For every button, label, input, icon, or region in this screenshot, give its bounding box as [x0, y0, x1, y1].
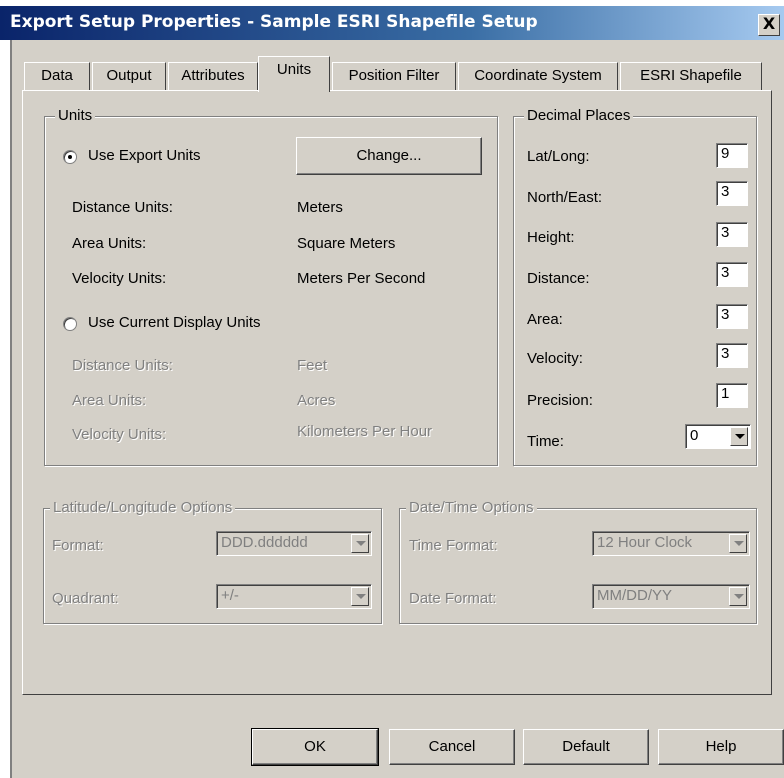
window-title: Export Setup Properties - Sample ESRI Sh…	[10, 12, 538, 32]
precision-label: Precision:	[527, 392, 593, 409]
height-label: Height:	[527, 229, 575, 246]
date-format-select-value: MM/DD/YY	[597, 587, 672, 604]
area-input[interactable]: 3	[716, 304, 748, 329]
format-select[interactable]: DDD.dddddd	[216, 531, 372, 556]
display-velocity-value: Kilometers Per Hour	[297, 423, 433, 440]
date-format-dropdown-arrow-icon[interactable]	[729, 587, 747, 606]
display-area-value: Acres	[297, 392, 336, 409]
time-select-value: 0	[690, 427, 699, 444]
decimal-places-group: Decimal Places	[513, 107, 757, 466]
change-button[interactable]: Change...	[296, 137, 482, 175]
tab-coordinate-system[interactable]: Coordinate System	[458, 62, 618, 90]
tab-attributes[interactable]: Attributes	[168, 62, 258, 90]
export-velocity-value: Meters Per Second	[297, 270, 426, 287]
datetime-options-group-label: Date/Time Options	[406, 499, 537, 516]
distance-input[interactable]: 3	[716, 262, 748, 287]
quadrant-select[interactable]: +/-	[216, 584, 372, 609]
tab-output[interactable]: Output	[92, 62, 166, 90]
date-format-label: Date Format:	[409, 590, 497, 607]
latlong-options-group-label: Latitude/Longitude Options	[50, 499, 236, 516]
velocity-input[interactable]: 3	[716, 343, 748, 368]
format-dropdown-arrow-icon[interactable]	[351, 534, 369, 553]
distance-label: Distance:	[527, 270, 590, 287]
export-area-value: Square Meters	[297, 235, 396, 252]
area-label: Area:	[527, 311, 563, 328]
date-format-select[interactable]: MM/DD/YY	[592, 584, 750, 609]
time-label: Time:	[527, 433, 564, 450]
use-export-units-label[interactable]: Use Export Units	[88, 147, 201, 164]
export-area-label: Area Units:	[72, 235, 147, 252]
north-east-input[interactable]: 3	[716, 181, 748, 206]
close-button[interactable]: X	[758, 14, 780, 36]
north-east-label: North/East:	[527, 189, 603, 206]
export-distance-label: Distance Units:	[72, 199, 173, 216]
tab-data[interactable]: Data	[24, 62, 90, 90]
decimal-places-group-label: Decimal Places	[524, 107, 634, 124]
quadrant-label: Quadrant:	[52, 590, 119, 607]
cancel-button[interactable]: Cancel	[389, 729, 515, 765]
precision-input[interactable]: 1	[716, 383, 748, 408]
tab-esri-shapefile[interactable]: ESRI Shapefile	[620, 62, 762, 90]
quadrant-dropdown-arrow-icon[interactable]	[351, 587, 369, 606]
use-display-units-label[interactable]: Use Current Display Units	[88, 314, 261, 331]
tab-units[interactable]: Units	[258, 56, 330, 92]
velocity-label: Velocity:	[527, 350, 583, 367]
use-display-units-radio[interactable]	[63, 317, 77, 331]
use-export-units-radio[interactable]	[63, 150, 77, 164]
time-format-select-value: 12 Hour Clock	[597, 534, 693, 551]
latlong-label: Lat/Long:	[527, 148, 590, 165]
tab-position-filter[interactable]: Position Filter	[332, 62, 456, 90]
window-left-shadow	[10, 40, 12, 778]
latlong-input[interactable]: 9	[716, 143, 748, 168]
title-bar: Export Setup Properties - Sample ESRI Sh…	[0, 0, 784, 40]
default-button[interactable]: Default	[523, 729, 649, 765]
export-velocity-label: Velocity Units:	[72, 270, 167, 287]
time-format-select[interactable]: 12 Hour Clock	[592, 531, 750, 556]
format-label: Format:	[52, 537, 104, 554]
radio-selected-dot	[68, 155, 72, 159]
display-area-label: Area Units:	[72, 392, 147, 409]
display-velocity-label: Velocity Units:	[72, 426, 167, 443]
time-format-label: Time Format:	[409, 537, 498, 554]
time-select[interactable]: 0	[685, 424, 751, 449]
time-dropdown-arrow-icon[interactable]	[730, 427, 748, 446]
help-button[interactable]: Help	[658, 729, 784, 765]
units-group-label: Units	[55, 107, 96, 124]
export-distance-value: Meters	[297, 199, 343, 216]
display-distance-value: Feet	[297, 357, 328, 374]
height-input[interactable]: 3	[716, 222, 748, 247]
format-select-value: DDD.dddddd	[221, 534, 308, 551]
quadrant-select-value: +/-	[221, 587, 239, 604]
display-distance-label: Distance Units:	[72, 357, 173, 374]
time-format-dropdown-arrow-icon[interactable]	[729, 534, 747, 553]
ok-button[interactable]: OK	[251, 728, 379, 766]
